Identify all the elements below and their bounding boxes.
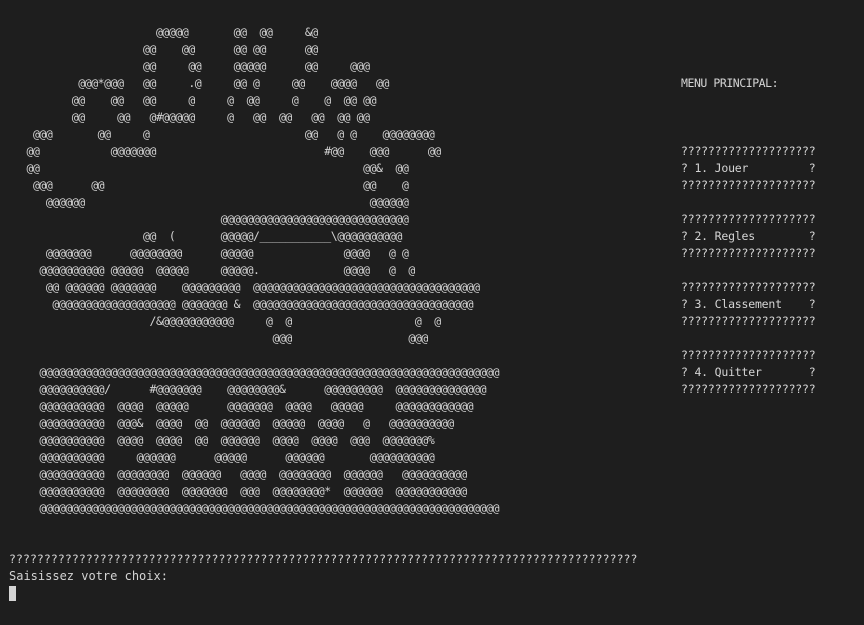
- menu-item-regles[interactable]: ???????????????????? ? 2. Regles ? ?????…: [681, 211, 861, 262]
- menu-item-bottom-border: ????????????????????: [681, 246, 816, 260]
- menu-item-quitter[interactable]: ???????????????????? ? 4. Quitter ? ????…: [681, 347, 861, 398]
- separator-line: ????????????????????????????????????????…: [9, 552, 638, 566]
- menu-item-bottom-border: ????????????????????: [681, 382, 816, 396]
- menu-item-top-border: ????????????????????: [681, 212, 816, 226]
- input-prompt: Saisissez votre choix:: [9, 569, 168, 583]
- menu-item-top-border: ????????????????????: [681, 144, 816, 158]
- menu-item-label: ? 3. Classement ?: [681, 297, 816, 311]
- menu-item-classement[interactable]: ???????????????????? ? 3. Classement ? ?…: [681, 279, 861, 330]
- menu-item-label: ? 1. Jouer ?: [681, 161, 816, 175]
- menu-item-bottom-border: ????????????????????: [681, 314, 816, 328]
- ascii-art-logo: @@@@@ @@ @@ &@ @@ @@ @@ @@ @@ @@ @@ @@@@…: [26, 25, 500, 515]
- menu-title: MENU PRINCIPAL:: [681, 76, 779, 90]
- menu-item-label: ? 2. Regles ?: [681, 229, 816, 243]
- main-menu: MENU PRINCIPAL: ???????????????????? ? 1…: [681, 75, 861, 415]
- terminal-window: @@@@@ @@ @@ &@ @@ @@ @@ @@ @@ @@ @@ @@@@…: [0, 0, 864, 625]
- menu-item-top-border: ????????????????????: [681, 348, 816, 362]
- menu-item-top-border: ????????????????????: [681, 280, 816, 294]
- menu-item-label: ? 4. Quitter ?: [681, 365, 816, 379]
- menu-item-bottom-border: ????????????????????: [681, 178, 816, 192]
- text-cursor[interactable]: [9, 586, 16, 601]
- menu-item-jouer[interactable]: ???????????????????? ? 1. Jouer ? ??????…: [681, 143, 861, 194]
